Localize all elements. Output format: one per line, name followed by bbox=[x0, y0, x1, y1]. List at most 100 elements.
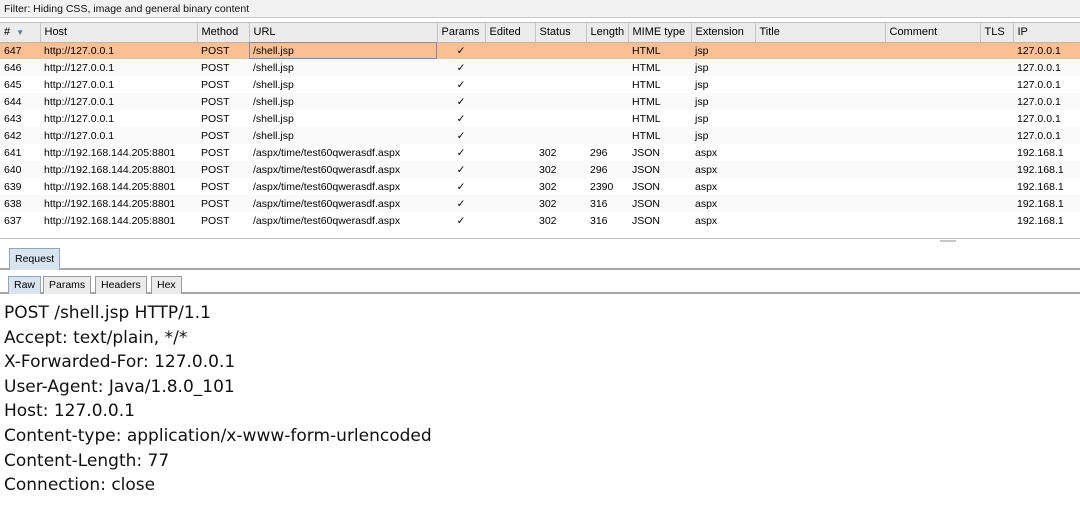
cell-url: /aspx/time/test60qwerasdf.aspx bbox=[249, 195, 437, 212]
cell-ip: 192.168.1 bbox=[1013, 161, 1080, 178]
table-row[interactable]: 644 http://127.0.0.1 POST/shell.jsp ✓ HTML js… bbox=[0, 93, 1080, 110]
cell-status bbox=[535, 76, 586, 93]
cell-mime: JSON bbox=[628, 161, 691, 178]
cell-title bbox=[755, 178, 885, 195]
message-tab-strip: Request bbox=[0, 244, 1080, 270]
table-row[interactable]: 645 http://127.0.0.1 POST/shell.jsp ✓ HTML js… bbox=[0, 76, 1080, 93]
cell-params: ✓ bbox=[456, 214, 466, 227]
cell-ip: 127.0.0.1 bbox=[1013, 42, 1080, 59]
column-header-comment[interactable]: Comment bbox=[885, 23, 981, 43]
cell-status bbox=[535, 127, 586, 144]
column-header-label: Extension bbox=[695, 26, 744, 39]
cell-tls bbox=[980, 59, 1013, 76]
cell-length: 296 bbox=[586, 161, 628, 178]
cell-comment bbox=[885, 42, 980, 59]
subtab-raw[interactable]: Raw bbox=[8, 276, 42, 294]
cell-url: /aspx/time/test60qwerasdf.aspx bbox=[249, 161, 437, 178]
cell-mime: HTML bbox=[632, 78, 661, 91]
cell-mime: HTML bbox=[628, 42, 691, 59]
cell-method: POST bbox=[201, 214, 230, 227]
cell-comment bbox=[885, 178, 980, 195]
cell-edited bbox=[485, 59, 535, 76]
column-header-ext[interactable]: Extension bbox=[691, 23, 756, 43]
cell-edited bbox=[485, 76, 535, 93]
cell-mime: HTML bbox=[628, 127, 691, 144]
column-header-mime[interactable]: MIME type bbox=[628, 23, 692, 43]
tab-request[interactable]: Request bbox=[9, 248, 61, 270]
cell-ext: jsp bbox=[695, 112, 709, 125]
table-row[interactable]: 637 http://192.168.144.205:8801 POST/aspx/… bbox=[0, 212, 1080, 229]
cell-id: 647 bbox=[0, 42, 40, 59]
splitter-grip[interactable] bbox=[940, 240, 956, 242]
cell-tls bbox=[980, 195, 1013, 212]
column-header-tls[interactable]: TLS bbox=[980, 23, 1014, 43]
cell-host: http://127.0.0.1 bbox=[40, 59, 197, 76]
cell-title bbox=[755, 144, 885, 161]
subtab-params[interactable]: Params bbox=[43, 276, 92, 294]
cell-edited bbox=[485, 93, 535, 110]
request-line: X-Forwarded-For: 127.0.0.1 bbox=[4, 352, 236, 373]
cell-mime: JSON bbox=[632, 214, 661, 227]
cell-comment bbox=[885, 212, 980, 229]
cell-url: /shell.jsp bbox=[249, 127, 437, 144]
table-body: 647 http://127.0.0.1 POST/shell.jsp ✓ HTML js… bbox=[0, 42, 1080, 229]
cell-comment bbox=[885, 93, 980, 110]
column-header-label: Title bbox=[759, 26, 780, 39]
cell-url: /shell.jsp bbox=[253, 112, 294, 125]
cell-ip: 192.168.1 bbox=[1013, 195, 1080, 212]
table-row[interactable]: 642 http://127.0.0.1 POST/shell.jsp ✓ HTML js… bbox=[0, 127, 1080, 144]
cell-tls bbox=[980, 110, 1013, 127]
table-row[interactable]: 640 http://192.168.144.205:8801 POST/aspx/… bbox=[0, 161, 1080, 178]
filter-bar[interactable]: Filter: Hiding CSS, image and general bi… bbox=[0, 0, 1080, 18]
cell-url: /shell.jsp bbox=[249, 59, 437, 76]
cell-comment bbox=[885, 127, 980, 144]
subtab-hex[interactable]: Hex bbox=[151, 276, 182, 294]
table-row[interactable]: 646 http://127.0.0.1 POST/shell.jsp ✓ HTML js… bbox=[0, 59, 1080, 76]
subtab-headers[interactable]: Headers bbox=[95, 276, 147, 294]
cell-ip: 192.168.1 bbox=[1017, 214, 1064, 227]
cell-params: ✓ bbox=[456, 78, 466, 91]
cell-length bbox=[586, 59, 628, 76]
column-header-id[interactable]: # ▼ bbox=[0, 23, 41, 43]
cell-params: ✓ bbox=[437, 93, 485, 110]
column-header-length[interactable]: Length bbox=[586, 23, 629, 43]
column-header-url[interactable]: URL bbox=[249, 23, 438, 43]
cell-status bbox=[535, 93, 586, 110]
column-header-title[interactable]: Title bbox=[755, 23, 886, 43]
table-row[interactable]: 639 http://192.168.144.205:8801 POST/aspx/… bbox=[0, 178, 1080, 195]
table-row[interactable]: 643 http://127.0.0.1 POST/shell.jsp ✓ HTML js… bbox=[0, 110, 1080, 127]
table-row[interactable]: 647 http://127.0.0.1 POST/shell.jsp ✓ HTML js… bbox=[0, 42, 1080, 59]
table-row[interactable]: 638 http://192.168.144.205:8801 POST/aspx/… bbox=[0, 195, 1080, 212]
cell-ip: 127.0.0.1 bbox=[1013, 127, 1080, 144]
column-header-params[interactable]: Params bbox=[437, 23, 486, 43]
cell-ext: aspx bbox=[691, 195, 755, 212]
cell-host: http://127.0.0.1 bbox=[44, 78, 115, 91]
request-line: Content-type: application/x-www-form-url… bbox=[4, 425, 432, 446]
cell-id: 641 bbox=[4, 146, 22, 159]
cell-params: ✓ bbox=[437, 161, 485, 178]
cell-length: 316 bbox=[590, 214, 608, 227]
cell-host: http://192.168.144.205:8801 bbox=[44, 214, 176, 227]
column-header-status[interactable]: Status bbox=[535, 23, 587, 43]
column-header-method[interactable]: Method bbox=[197, 23, 250, 43]
cell-host: http://127.0.0.1 bbox=[40, 42, 197, 59]
cell-host: http://127.0.0.1 bbox=[44, 112, 115, 125]
cell-title bbox=[755, 195, 885, 212]
column-header-host[interactable]: Host bbox=[40, 23, 198, 43]
column-header-ip[interactable]: IP bbox=[1013, 23, 1080, 43]
cell-length bbox=[586, 93, 628, 110]
cell-url: /aspx/time/test60qwerasdf.aspx bbox=[253, 180, 401, 193]
table-row[interactable]: 641 http://192.168.144.205:8801 POST/aspx/… bbox=[0, 144, 1080, 161]
column-header-edited[interactable]: Edited bbox=[485, 23, 536, 43]
cell-comment bbox=[885, 144, 980, 161]
column-header-label: Comment bbox=[889, 26, 938, 39]
request-editor[interactable]: POST /shell.jsp HTTP/1.1 Accept: text/pla… bbox=[0, 298, 1080, 509]
cell-method: POST bbox=[201, 112, 230, 125]
cell-length: 316 bbox=[586, 195, 628, 212]
column-header-label: MIME type bbox=[632, 26, 686, 39]
column-header-label: URL bbox=[253, 26, 276, 39]
cell-tls bbox=[980, 93, 1013, 110]
cell-edited bbox=[485, 110, 535, 127]
cell-title bbox=[755, 76, 885, 93]
cell-comment bbox=[885, 110, 980, 127]
